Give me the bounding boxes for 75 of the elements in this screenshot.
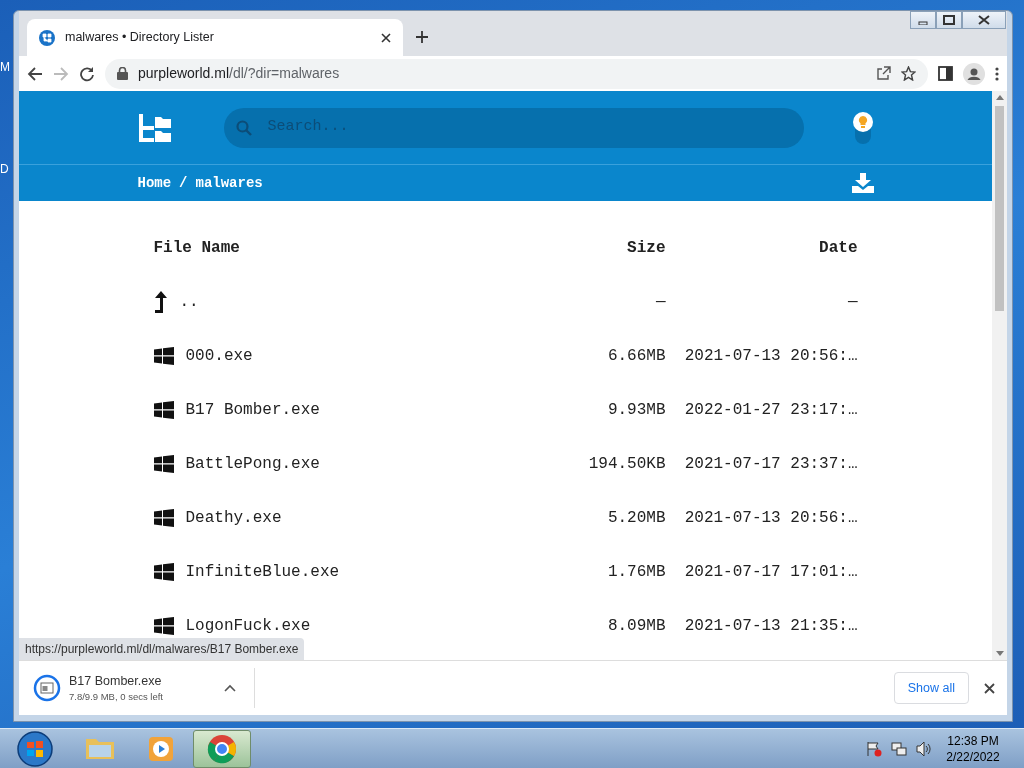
file-date: 2021-07-13 20:56:… bbox=[683, 346, 858, 367]
chrome-icon bbox=[206, 732, 238, 765]
back-icon[interactable] bbox=[27, 65, 43, 82]
windows-icon bbox=[153, 509, 174, 527]
search-icon bbox=[235, 119, 252, 136]
file-name-link[interactable]: BattlePong.exe bbox=[185, 452, 320, 476]
maximize-icon bbox=[943, 15, 955, 25]
close-icon[interactable] bbox=[381, 32, 391, 43]
windows-icon bbox=[153, 563, 174, 581]
maximize-button[interactable] bbox=[936, 11, 962, 29]
menu-icon[interactable] bbox=[995, 66, 999, 81]
file-size: 6.66MB bbox=[606, 346, 666, 367]
file-size: 8.09MB bbox=[606, 616, 666, 637]
file-date: 2021-07-17 17:01:… bbox=[683, 562, 858, 583]
up-arrow-icon bbox=[153, 291, 168, 313]
new-tab-icon[interactable] bbox=[415, 30, 429, 44]
tab-title: malwares • Directory Lister bbox=[65, 29, 215, 47]
favicon-icon bbox=[39, 29, 55, 46]
column-header[interactable]: Date bbox=[665, 236, 858, 260]
scrollbar-thumb[interactable] bbox=[995, 106, 1004, 311]
desktop-icon-label[interactable]: M bbox=[0, 60, 10, 74]
status-url-tooltip: https://purpleworld.ml/dl/malwares/B17 Bomber.exe bbox=[19, 638, 305, 660]
column-header[interactable]: File Name bbox=[153, 236, 556, 260]
reload-icon[interactable] bbox=[79, 65, 95, 82]
file-date: 2021-07-13 21:35:… bbox=[683, 616, 858, 637]
clock-date[interactable]: 2/22/2022 bbox=[938, 748, 1008, 765]
file-size: 9.93MB bbox=[606, 400, 666, 421]
close-button[interactable] bbox=[962, 11, 1006, 29]
browser-tab[interactable]: malwares • Directory Lister bbox=[27, 19, 403, 56]
file-size: — bbox=[654, 292, 666, 313]
file-name-link[interactable]: Deathy.exe bbox=[185, 506, 282, 530]
file-date: 2021-07-17 23:37:… bbox=[683, 454, 858, 475]
scroll-down-icon[interactable] bbox=[995, 651, 1004, 656]
share-icon[interactable] bbox=[876, 66, 891, 81]
column-header[interactable]: Size bbox=[555, 236, 666, 260]
breadcrumb-separator: / bbox=[179, 173, 188, 193]
theme-toggle-icon[interactable] bbox=[851, 111, 874, 144]
close-icon bbox=[978, 15, 990, 25]
windows-icon bbox=[153, 401, 174, 419]
breadcrumb-link[interactable]: malwares bbox=[195, 172, 263, 194]
profile-icon[interactable] bbox=[963, 62, 985, 85]
file-name-link[interactable]: 000.exe bbox=[185, 344, 253, 368]
file-date: 2022-01-27 23:17:… bbox=[683, 400, 858, 421]
file-size: 5.20MB bbox=[606, 508, 666, 529]
show-all-button[interactable]: Show all bbox=[893, 671, 969, 705]
file-date: — bbox=[846, 292, 858, 313]
windows-icon bbox=[153, 455, 174, 473]
scroll-up-icon[interactable] bbox=[995, 95, 1004, 100]
caret-icon[interactable] bbox=[224, 684, 236, 692]
file-name-link[interactable]: .. bbox=[179, 290, 199, 314]
desktop-icon-label[interactable]: D bbox=[0, 162, 9, 176]
file-date: 2021-07-13 20:56:… bbox=[683, 508, 858, 529]
network-icon[interactable] bbox=[891, 740, 907, 757]
download-filename[interactable]: B17 Bomber.exe bbox=[69, 671, 216, 691]
file-name-link[interactable]: InfiniteBlue.exe bbox=[185, 560, 340, 584]
download-status-text: 7.8/9.9 MB, 0 secs left bbox=[69, 690, 164, 705]
star-icon[interactable] bbox=[901, 66, 916, 81]
clock-time[interactable]: 12:38 PM bbox=[938, 732, 1008, 749]
file-size: 194.50KB bbox=[587, 454, 666, 475]
close-icon[interactable] bbox=[984, 682, 995, 694]
download-icon[interactable] bbox=[851, 173, 874, 193]
file-size: 1.76MB bbox=[606, 562, 666, 583]
volume-icon[interactable] bbox=[916, 740, 932, 757]
logo-icon[interactable] bbox=[137, 111, 172, 144]
side-panel-icon[interactable] bbox=[938, 66, 953, 81]
windows-icon bbox=[153, 617, 174, 635]
download-file-icon bbox=[33, 674, 61, 702]
breadcrumb-link[interactable]: Home bbox=[137, 172, 172, 194]
file-name-link[interactable]: LogonFuck.exe bbox=[185, 614, 311, 638]
lock-icon bbox=[117, 67, 128, 80]
file-name-link[interactable]: B17 Bomber.exe bbox=[185, 398, 320, 422]
flag-icon[interactable] bbox=[866, 740, 882, 757]
chrome-taskbar-button[interactable] bbox=[193, 729, 251, 768]
start-button[interactable] bbox=[15, 729, 55, 768]
windows-icon bbox=[153, 347, 174, 365]
